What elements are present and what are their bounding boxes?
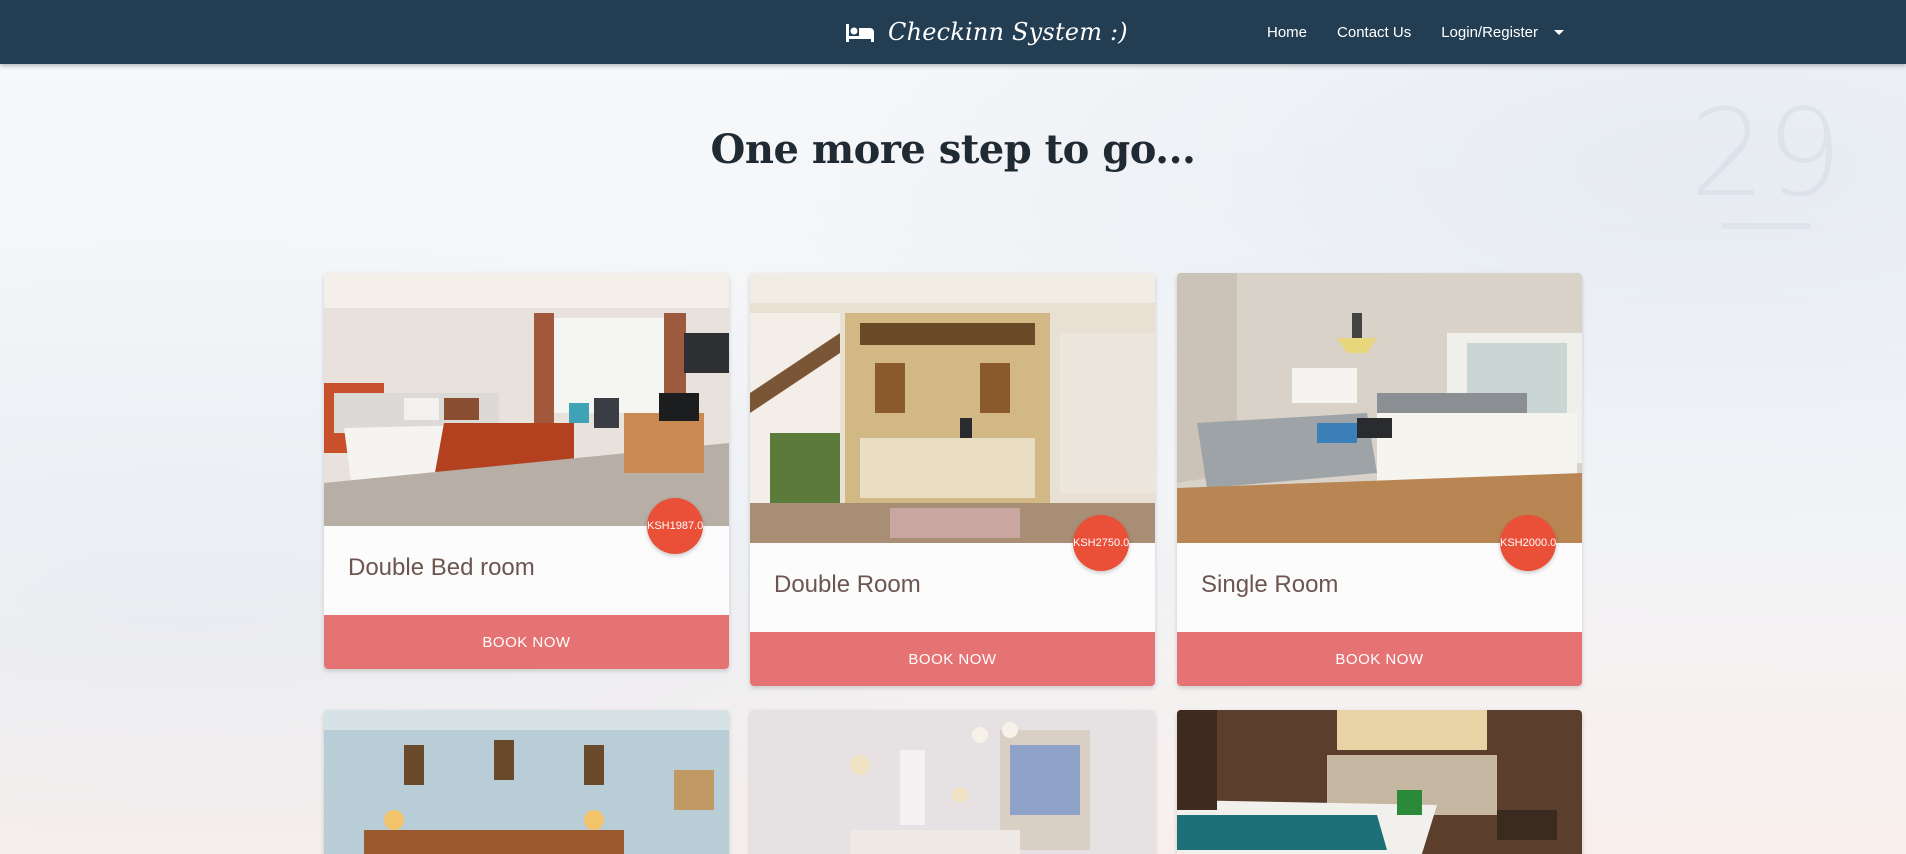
bed-icon xyxy=(846,24,874,42)
room-card xyxy=(324,710,729,854)
book-now-button[interactable]: BOOK NOW xyxy=(324,615,729,669)
room-photo-4[interactable] xyxy=(324,710,729,854)
room-photo-5[interactable] xyxy=(750,710,1155,854)
nav-contact-link[interactable]: Contact Us xyxy=(1322,0,1426,64)
single-room-photo[interactable] xyxy=(1177,273,1582,543)
background-clock-graphic: 29 xyxy=(1686,95,1846,295)
nav-login-register-dropdown[interactable]: Login/Register xyxy=(1426,0,1579,64)
nav-links: Home Contact Us Login/Register xyxy=(1252,0,1579,64)
price-badge: KSH2750.0 xyxy=(1073,515,1129,571)
brand-name: Checkinn System :) xyxy=(888,18,1128,46)
price-badge: KSH1987.0 xyxy=(647,498,703,554)
brand[interactable]: Checkinn System :) xyxy=(846,0,1128,64)
book-now-button[interactable]: BOOK NOW xyxy=(750,632,1155,686)
room-title: Single Room xyxy=(1201,571,1339,598)
page-title: One more step to go... xyxy=(710,126,1196,173)
room-card: KSH2750.0 Double Room BOOK NOW xyxy=(750,273,1155,686)
nav-login-register-label: Login/Register xyxy=(1441,23,1538,41)
price-badge: KSH2000.0 xyxy=(1500,515,1556,571)
room-title: Double Bed room xyxy=(348,554,535,581)
book-now-button[interactable]: BOOK NOW xyxy=(1177,632,1582,686)
room-card xyxy=(1177,710,1582,854)
top-navbar: Checkinn System :) Home Contact Us Login… xyxy=(0,0,1906,64)
room-card: KSH2000.0 Single Room BOOK NOW xyxy=(1177,273,1582,686)
reception-photo[interactable] xyxy=(750,273,1155,543)
room-card: KSH1987.0 Double Bed room BOOK NOW xyxy=(324,273,729,669)
caret-down-icon xyxy=(1553,29,1564,35)
bedroom-photo[interactable] xyxy=(324,273,729,526)
nav-home-link[interactable]: Home xyxy=(1252,0,1322,64)
room-card xyxy=(750,710,1155,854)
room-title: Double Room xyxy=(774,571,921,598)
room-photo-6[interactable] xyxy=(1177,710,1582,854)
